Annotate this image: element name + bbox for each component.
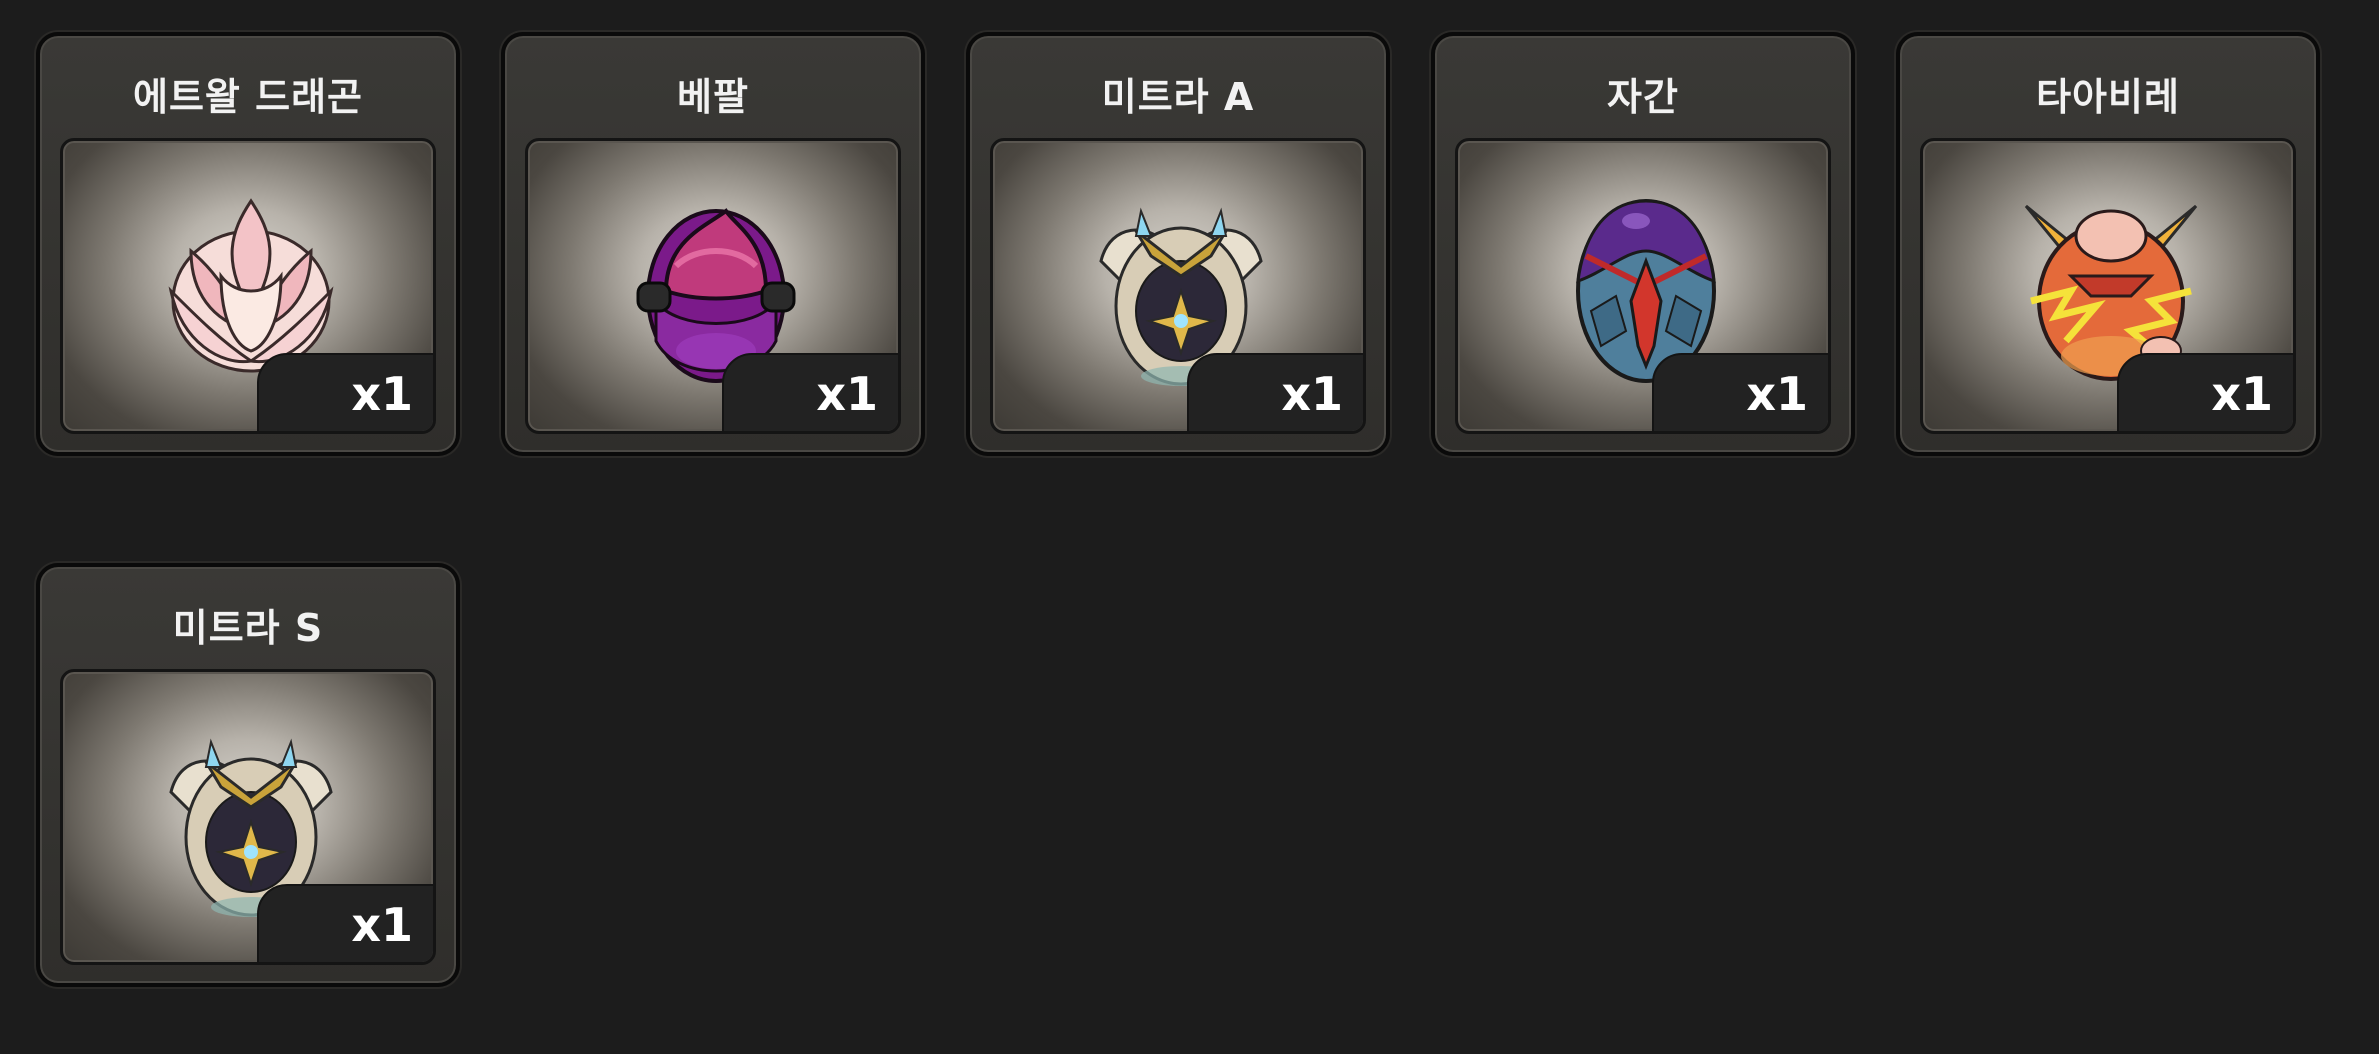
egg-slot: x1	[525, 138, 901, 434]
egg-card-taabire[interactable]: 타아비레 x1	[1896, 32, 2320, 456]
egg-card-zagan[interactable]: 자간 x1	[1431, 32, 1855, 456]
egg-card-title: 타아비레	[2036, 75, 2180, 119]
quantity-badge: x1	[722, 353, 898, 431]
egg-card-title: 미트라 A	[1101, 75, 1255, 119]
quantity-label: x1	[351, 367, 413, 421]
quantity-badge: x1	[257, 353, 433, 431]
egg-card-mitra-s[interactable]: 미트라 S x1	[36, 563, 460, 987]
quantity-label: x1	[351, 898, 413, 952]
quantity-badge: x1	[1187, 353, 1363, 431]
egg-slot: x1	[990, 138, 1366, 434]
egg-card-title: 미트라 S	[172, 606, 324, 650]
egg-card-etoile-dragon[interactable]: 에트왈 드래곤 x1	[36, 32, 460, 456]
quantity-label: x1	[1281, 367, 1343, 421]
egg-card-title: 자간	[1607, 75, 1679, 119]
quantity-label: x1	[2211, 367, 2273, 421]
egg-slot: x1	[1920, 138, 2296, 434]
egg-card-bepal[interactable]: 베팔 x1	[501, 32, 925, 456]
egg-card-title: 베팔	[677, 75, 749, 119]
egg-slot: x1	[60, 138, 436, 434]
quantity-badge: x1	[2117, 353, 2293, 431]
quantity-badge: x1	[1652, 353, 1828, 431]
quantity-label: x1	[1746, 367, 1808, 421]
egg-card-mitra-a[interactable]: 미트라 A x1	[966, 32, 1390, 456]
egg-slot: x1	[60, 669, 436, 965]
egg-card-title: 에트왈 드래곤	[133, 75, 363, 119]
quantity-label: x1	[816, 367, 878, 421]
egg-inventory-grid: 에트왈 드래곤 x1 베팔 x1 미트라 A x1 자간 x1 타아비레 x1 …	[0, 0, 2379, 1054]
egg-slot: x1	[1455, 138, 1831, 434]
quantity-badge: x1	[257, 884, 433, 962]
